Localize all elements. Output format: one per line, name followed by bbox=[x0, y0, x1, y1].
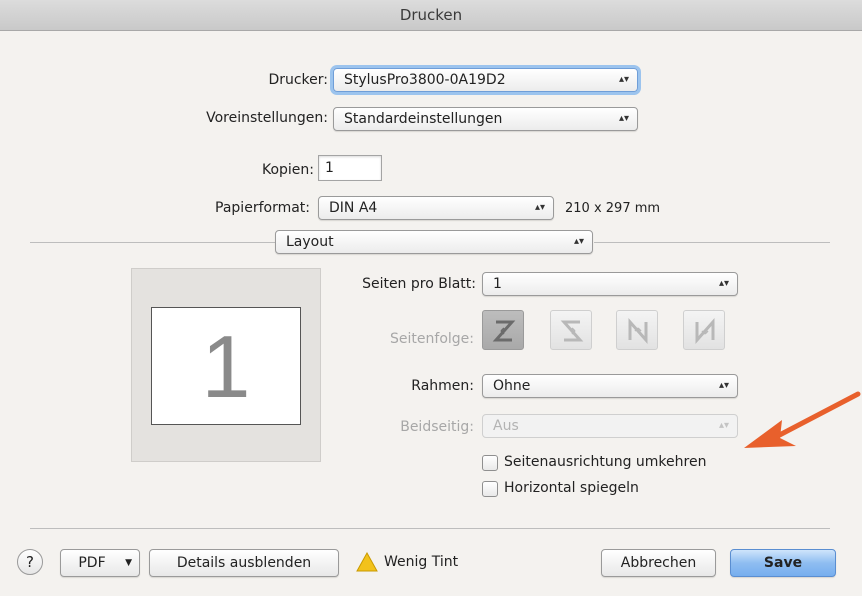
page-order-label: Seitenfolge: bbox=[390, 331, 474, 347]
popup-arrows-icon: ▴▾ bbox=[618, 74, 629, 85]
preview-page-number: 1 bbox=[151, 307, 301, 425]
s-order-icon[interactable] bbox=[550, 310, 592, 350]
reverse-orientation-checkbox[interactable] bbox=[482, 455, 498, 471]
paper-label: Papierformat: bbox=[215, 200, 310, 216]
z-order-icon[interactable] bbox=[482, 310, 524, 350]
two-sided-label: Beidseitig: bbox=[400, 419, 474, 435]
hide-details-button[interactable]: Details ausblenden bbox=[149, 549, 339, 577]
low-ink-warning: Wenig Tint bbox=[384, 554, 459, 570]
printer-select[interactable]: StylusPro3800-0A19D2 ▴▾ bbox=[333, 68, 638, 92]
paper-size-text: 210 x 297 mm bbox=[565, 201, 661, 216]
pdf-label: PDF bbox=[78, 555, 106, 571]
border-label: Rahmen: bbox=[411, 378, 474, 394]
n-order-icon[interactable] bbox=[683, 310, 725, 350]
popup-arrows-icon: ▴▾ bbox=[534, 202, 545, 213]
reverse-n-order-icon[interactable] bbox=[616, 310, 658, 350]
popup-arrows-icon: ▴▾ bbox=[718, 380, 729, 391]
popup-arrows-icon: ▴▾ bbox=[618, 113, 629, 124]
save-button[interactable]: Save bbox=[730, 549, 836, 577]
copies-label: Kopien: bbox=[261, 162, 314, 178]
two-sided-select[interactable]: Aus ▴▾ bbox=[482, 414, 738, 438]
presets-value: Standardeinstellungen bbox=[344, 111, 503, 127]
section-value: Layout bbox=[286, 234, 334, 250]
page-preview: 1 bbox=[131, 268, 321, 462]
dropdown-arrow-icon: ▼ bbox=[125, 558, 132, 568]
divider-left bbox=[30, 242, 275, 243]
popup-arrows-icon: ▴▾ bbox=[718, 278, 729, 289]
window-title: Drucken bbox=[0, 0, 862, 31]
cancel-button[interactable]: Abbrechen bbox=[601, 549, 716, 577]
pages-per-sheet-select[interactable]: 1 ▴▾ bbox=[482, 272, 738, 296]
section-select[interactable]: Layout ▴▾ bbox=[275, 230, 593, 254]
presets-label: Voreinstellungen: bbox=[206, 110, 328, 126]
annotation-arrow-icon bbox=[744, 391, 861, 448]
paper-select[interactable]: DIN A4 ▴▾ bbox=[318, 196, 554, 220]
reverse-orientation-label: Seitenausrichtung umkehren bbox=[504, 454, 707, 470]
presets-select[interactable]: Standardeinstellungen ▴▾ bbox=[333, 107, 638, 131]
flip-horizontal-label: Horizontal spiegeln bbox=[504, 480, 639, 496]
pages-per-sheet-value: 1 bbox=[493, 276, 502, 292]
help-button[interactable]: ? bbox=[17, 549, 43, 575]
pdf-menu-button[interactable]: PDF ▼ bbox=[60, 549, 140, 577]
two-sided-value: Aus bbox=[493, 418, 519, 434]
warning-icon bbox=[356, 552, 378, 572]
paper-value: DIN A4 bbox=[329, 200, 378, 216]
printer-label: Drucker: bbox=[268, 72, 328, 88]
copies-field[interactable]: 1 bbox=[318, 155, 382, 181]
divider-right bbox=[594, 242, 830, 243]
printer-value: StylusPro3800-0A19D2 bbox=[344, 72, 506, 88]
flip-horizontal-checkbox[interactable] bbox=[482, 481, 498, 497]
border-value: Ohne bbox=[493, 378, 531, 394]
border-select[interactable]: Ohne ▴▾ bbox=[482, 374, 738, 398]
pages-per-sheet-label: Seiten pro Blatt: bbox=[362, 276, 476, 292]
popup-arrows-icon: ▴▾ bbox=[573, 236, 584, 247]
footer-divider bbox=[30, 528, 830, 529]
popup-arrows-icon: ▴▾ bbox=[718, 420, 729, 431]
